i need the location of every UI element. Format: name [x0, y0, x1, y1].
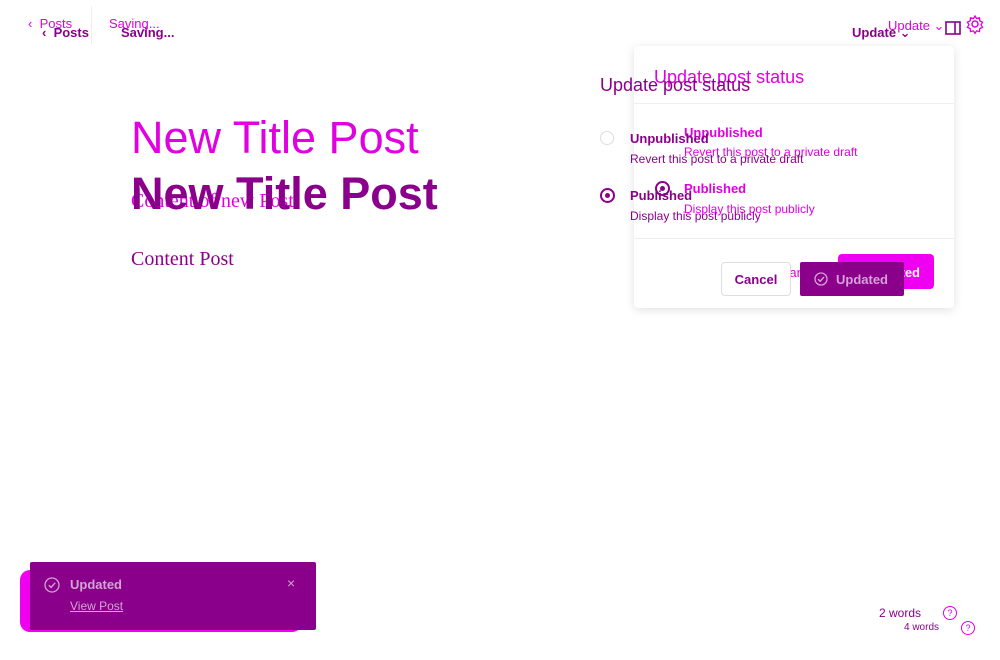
word-count: 4 words: [904, 622, 940, 633]
panel-divider: [634, 238, 954, 239]
view-post-link[interactable]: View Post: [70, 599, 123, 613]
snackbar-message: Updated: [70, 577, 122, 592]
check-circle-icon: [814, 272, 828, 286]
chevron-left-icon: ‹: [28, 16, 40, 31]
close-icon[interactable]: ×: [287, 575, 295, 591]
option-unpublished-description: Revert this post to a private draft: [630, 152, 804, 166]
help-icon[interactable]: ?: [961, 621, 975, 635]
post-title[interactable]: New Title Post: [131, 168, 438, 220]
update-button[interactable]: Update ⌄: [852, 25, 911, 41]
chevron-down-icon: ⌄: [929, 18, 945, 33]
radio-published[interactable]: [600, 188, 615, 203]
check-circle-icon: [44, 577, 60, 593]
gear-icon[interactable]: [965, 14, 985, 34]
panel-divider: [634, 103, 954, 104]
option-published-description: Display this post publicly: [630, 209, 761, 223]
status-panel-title: Update post status: [600, 75, 751, 95]
saving-status: Saving...: [121, 25, 175, 40]
option-unpublished-label[interactable]: Unpublished: [630, 131, 709, 146]
back-to-posts-link[interactable]: ‹ Posts: [42, 25, 89, 40]
radio-unpublished[interactable]: [600, 131, 614, 145]
option-published-ghost[interactable]: Published: [684, 181, 746, 196]
chevron-down-icon: ⌄: [896, 25, 911, 40]
post-content[interactable]: Content Post: [131, 248, 234, 271]
toolbar-divider: [91, 6, 92, 44]
help-icon[interactable]: ?: [943, 606, 957, 620]
word-count-ghost: 2 words: [879, 606, 922, 620]
cancel-button[interactable]: Cancel: [721, 262, 791, 296]
chevron-left-icon: ‹: [42, 25, 54, 40]
sidebar-toggle-icon[interactable]: [945, 21, 961, 35]
updated-button[interactable]: Updated: [800, 262, 904, 296]
option-published-label[interactable]: Published: [630, 188, 692, 203]
post-title-ghost[interactable]: New Title Post: [131, 112, 419, 164]
snackbar: [30, 562, 316, 630]
